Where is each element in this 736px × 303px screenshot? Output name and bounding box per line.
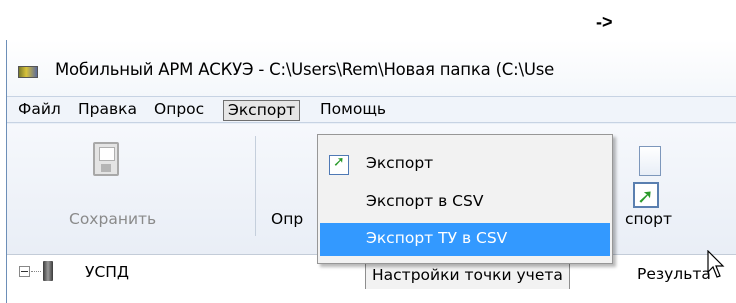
menu-help[interactable]: Помощь: [316, 100, 390, 121]
export-arrow-icon: ➚: [637, 184, 654, 208]
tab-metering-point-settings[interactable]: Настройки точки учета: [365, 261, 570, 289]
poll-button[interactable]: Опр: [271, 210, 303, 228]
export-dropdown-menu: ➚ Экспорт Экспорт в CSV Экспорт ТУ в CSV: [317, 134, 613, 264]
dropdown-item-export-csv[interactable]: Экспорт в CSV: [318, 186, 612, 219]
toolbar-separator: [255, 136, 256, 236]
tree-item-uspd[interactable]: УСПД: [85, 263, 129, 281]
device-tree: УСПД: [7, 254, 349, 303]
save-button[interactable]: Сохранить: [69, 210, 156, 228]
title-bar: Мобильный АРМ АСКУЭ - C:\Users\Rem\Новая…: [7, 40, 736, 96]
export-icon: ➚: [329, 154, 349, 175]
menu-export[interactable]: Экспорт: [223, 100, 301, 121]
export-doc-icon: [639, 146, 661, 176]
dropdown-item-export[interactable]: ➚ Экспорт: [318, 148, 612, 181]
dropdown-item-label: Экспорт ТУ в CSV: [366, 229, 508, 247]
annotation-arrow: ->: [596, 12, 613, 32]
export-button[interactable]: спорт: [625, 210, 672, 228]
menu-file[interactable]: Файл: [14, 100, 65, 121]
dropdown-item-label: Экспорт в CSV: [366, 192, 484, 210]
tab-results[interactable]: Результа: [631, 261, 717, 289]
window-title: Мобильный АРМ АСКУЭ - C:\Users\Rem\Новая…: [55, 60, 555, 79]
expander-icon[interactable]: [19, 266, 30, 277]
app-icon: [18, 66, 38, 78]
menu-edit[interactable]: Правка: [74, 100, 141, 121]
device-icon: [43, 261, 53, 281]
tree-connector: [31, 271, 41, 272]
dropdown-item-label: Экспорт: [366, 154, 434, 172]
mouse-cursor-icon: [707, 250, 725, 278]
dropdown-item-export-tu-csv[interactable]: Экспорт ТУ в CSV: [320, 223, 610, 256]
menu-bar: Файл Правка Опрос Экспорт Помощь: [7, 96, 736, 123]
save-icon: [93, 142, 119, 176]
menu-poll[interactable]: Опрос: [150, 100, 208, 121]
